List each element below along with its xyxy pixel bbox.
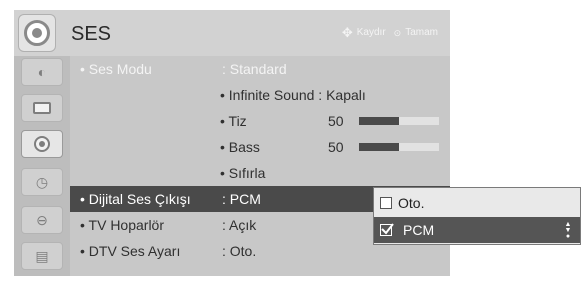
reset-label: • Sıfırla [220,165,266,181]
option-pcm[interactable]: PCM ▲ ▼ ● [374,217,580,243]
reset-row[interactable]: • Sıfırla [70,160,450,186]
sidebar-item-screen[interactable] [21,94,63,122]
treble-row[interactable]: • Tiz 50 [70,108,450,134]
ok-icon: ⊙ [393,28,402,38]
move-icon: ✥ [341,25,353,40]
tv-speaker-label: • TV Hoparlör [80,217,165,233]
bass-label: • Bass [220,139,260,155]
sound-mode-label: • Ses Modu [80,61,152,77]
up-down-arrows-icon: ▲ ▼ ● [564,221,572,240]
sidebar-item-picture[interactable]: ◐ [21,58,63,86]
option-auto[interactable]: Oto. [374,190,580,216]
menu-header: SES ✥ Kaydır ⊙ Tamam [14,10,450,56]
digital-audio-out-value: : PCM [222,191,261,207]
ok-hint-label: Tamam [405,27,438,38]
dtv-audio-setting-value: : Oto. [222,243,257,259]
digital-audio-out-dropdown: Oto. PCM ▲ ▼ ● [373,187,581,245]
tv-speaker-value: : Açık [222,217,257,233]
digital-audio-out-label: • Dijital Ses Çıkışı [80,191,191,207]
infinite-sound-row[interactable]: • Infinite Sound : Kapalı [70,82,450,108]
clock-icon: ◷ [35,174,49,190]
sound-mode-row[interactable]: • Ses Modu : Standard [70,56,450,82]
checkbox-checked-icon [380,223,394,236]
treble-value: 50 [328,113,344,129]
infinite-sound-label: • Infinite Sound : Kapalı [220,87,366,103]
option-auto-label: Oto. [398,195,425,211]
picture-icon: ◐ [37,64,47,80]
navigation-hints: ✥ Kaydır ⊙ Tamam [341,25,438,40]
bass-value: 50 [328,139,344,155]
category-sidebar: ◐ ◷ ⊖ ▤ [14,56,70,276]
speaker-icon [18,14,56,52]
sidebar-item-lock[interactable]: ⊖ [21,206,63,234]
options-icon: ▤ [35,248,49,264]
tv-icon [33,102,51,114]
sound-mode-value: : Standard [222,61,287,77]
lock-icon: ⊖ [36,212,48,228]
treble-slider[interactable] [359,117,439,125]
treble-label: • Tiz [220,113,247,129]
audio-icon [34,136,50,152]
option-pcm-label: PCM [403,222,435,238]
bass-row[interactable]: • Bass 50 [70,134,450,160]
checkbox-icon [380,197,392,209]
sidebar-item-options[interactable]: ▤ [21,242,63,270]
dtv-audio-setting-label: • DTV Ses Ayarı [80,243,181,259]
page-title: SES [71,23,112,45]
sidebar-item-time[interactable]: ◷ [21,168,63,196]
bass-slider[interactable] [359,143,439,151]
move-hint-label: Kaydır [356,27,386,38]
sidebar-item-audio[interactable] [21,130,63,158]
